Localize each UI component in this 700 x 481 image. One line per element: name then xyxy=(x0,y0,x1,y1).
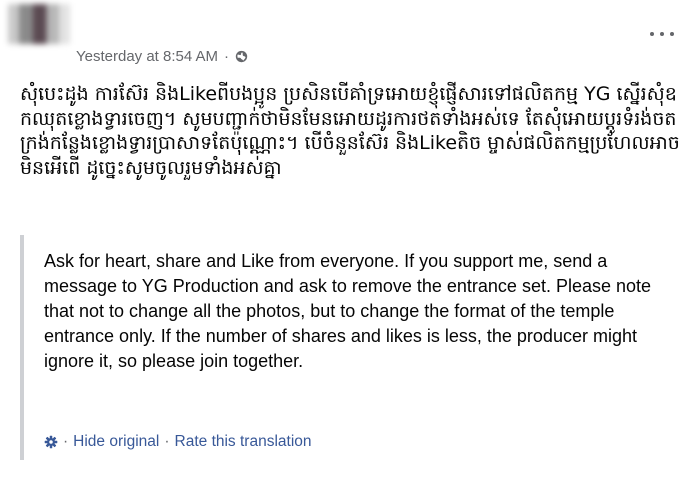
footer-separator: · xyxy=(63,433,69,450)
avatar[interactable] xyxy=(8,4,70,44)
footer-separator: · xyxy=(164,433,170,450)
translation-box: Ask for heart, share and Like from every… xyxy=(20,235,684,460)
more-dot xyxy=(660,32,664,36)
globe-icon[interactable] xyxy=(235,50,248,63)
more-dot xyxy=(670,32,674,36)
translation-text: Ask for heart, share and Like from every… xyxy=(44,251,652,371)
hide-original-link[interactable]: Hide original xyxy=(73,433,159,451)
post-meta: Yesterday at 8:54 AM · xyxy=(76,48,248,65)
post-timestamp[interactable]: Yesterday at 8:54 AM xyxy=(76,48,218,65)
more-options-icon[interactable] xyxy=(650,26,674,42)
meta-separator: · xyxy=(224,48,230,65)
gear-icon[interactable] xyxy=(44,435,58,449)
translation-footer: · Hide original · Rate this translation xyxy=(44,433,312,451)
more-dot xyxy=(650,32,654,36)
rate-translation-link[interactable]: Rate this translation xyxy=(175,433,312,451)
post-original-text: សុំបេះដូង ការស៊ែរ និងLikeពីបងប្អូន ប្រសិ… xyxy=(20,83,680,179)
